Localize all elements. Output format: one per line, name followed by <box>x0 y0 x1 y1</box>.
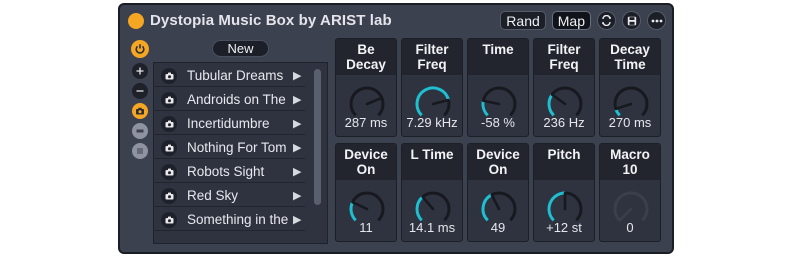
camera-icon[interactable] <box>132 103 148 119</box>
knob-label: Be Decay <box>336 39 396 75</box>
play-icon[interactable]: ▶ <box>293 189 301 202</box>
camera-icon[interactable] <box>161 91 177 108</box>
knob-cell[interactable]: Pitch +12 st <box>533 143 595 242</box>
knob-cell[interactable]: Decay Time 270 ms <box>599 38 661 137</box>
new-button[interactable]: New <box>212 40 269 57</box>
device-title: Dystopia Music Box by ARIST lab <box>150 12 392 29</box>
knob-cell[interactable]: Time -58 % <box>467 38 529 137</box>
knob-value: +12 st <box>546 220 582 235</box>
camera-icon[interactable] <box>161 115 177 132</box>
device-title-bar: Dystopia Music Box by ARIST lab Rand Map <box>120 5 672 36</box>
knob-cell[interactable]: Filter Freq 236 Hz <box>533 38 595 137</box>
preset-list-item[interactable]: Something in the ▶ <box>155 209 305 231</box>
preset-name: Incertidumbre <box>187 116 270 131</box>
preset-list-item[interactable]: Androids on The ▶ <box>155 89 305 111</box>
knob-value: 7.29 kHz <box>406 115 458 130</box>
knob-label: Device On <box>468 144 528 180</box>
play-icon[interactable]: ▶ <box>293 93 301 106</box>
knob-label: Filter Freq <box>534 39 594 75</box>
rand-button[interactable]: Rand <box>500 11 546 30</box>
knob-value: 287 ms <box>344 115 388 130</box>
knob-value: -58 % <box>481 115 515 130</box>
knob-cell[interactable]: Device On 11 <box>335 143 397 242</box>
knob-cell[interactable]: Device On 49 <box>467 143 529 242</box>
power-icon[interactable] <box>131 40 149 58</box>
camera-icon[interactable] <box>161 187 177 204</box>
camera-icon[interactable] <box>161 163 177 180</box>
play-icon[interactable]: ▶ <box>293 141 301 154</box>
list-scrollbar[interactable] <box>314 69 321 205</box>
preset-list: Tubular Dreams ▶ Androids on The ▶ Incertidu… <box>153 62 328 244</box>
camera-icon[interactable] <box>161 139 177 156</box>
knob-value: 236 Hz <box>543 115 585 130</box>
preset-list-item[interactable]: Incertidumbre ▶ <box>155 113 305 135</box>
play-icon[interactable]: ▶ <box>293 117 301 130</box>
preset-list-item[interactable]: Robots Sight ▶ <box>155 161 305 183</box>
preset-name: Tubular Dreams <box>187 68 284 83</box>
knob-label: Macro 10 <box>600 144 660 180</box>
stop-icon[interactable] <box>132 123 148 139</box>
preset-list-item[interactable]: Nothing For Tom ▶ <box>155 137 305 159</box>
play-icon[interactable]: ▶ <box>293 69 301 82</box>
knob-label: Filter Freq <box>402 39 462 75</box>
knob-cell[interactable]: Be Decay 287 ms <box>335 38 397 137</box>
knob-value: 49 <box>490 220 506 235</box>
minus-icon[interactable] <box>132 83 148 99</box>
preset-name: Something in the <box>187 212 289 227</box>
knob-value: 270 ms <box>608 115 652 130</box>
knob-label: Decay Time <box>600 39 660 75</box>
preset-name: Nothing For Tom <box>187 140 287 155</box>
knob-label: Pitch <box>534 144 594 180</box>
preset-name: Red Sky <box>187 188 239 203</box>
map-button[interactable]: Map <box>551 11 591 30</box>
camera-icon[interactable] <box>161 211 177 228</box>
knob-cell[interactable]: L Time 14.1 ms <box>401 143 463 242</box>
preset-name: Robots Sight <box>187 164 265 179</box>
knob-cell[interactable]: Macro 10 0 <box>599 143 661 242</box>
device-panel: Dystopia Music Box by ARIST lab Rand Map <box>118 3 674 254</box>
save-icon[interactable] <box>622 11 641 30</box>
knob-label: L Time <box>402 144 462 180</box>
play-icon[interactable]: ▶ <box>293 165 301 178</box>
play-icon[interactable]: ▶ <box>293 213 301 226</box>
list-icon[interactable] <box>132 143 148 159</box>
knob-value: 0 <box>626 220 634 235</box>
device-activator-button[interactable] <box>128 12 144 29</box>
knob-cell[interactable]: Filter Freq 7.29 kHz <box>401 38 463 137</box>
camera-icon[interactable] <box>161 67 177 84</box>
preset-name: Androids on The <box>187 92 286 107</box>
plus-icon[interactable] <box>132 63 148 79</box>
swap-icon[interactable] <box>597 11 616 30</box>
preset-list-item[interactable]: Red Sky ▶ <box>155 185 305 207</box>
more-options-icon[interactable] <box>647 11 666 30</box>
knob-value: 11 <box>359 220 373 235</box>
knob-value: 14.1 ms <box>408 220 456 235</box>
knob-label: Device On <box>336 144 396 180</box>
preset-list-item[interactable]: Tubular Dreams ▶ <box>155 65 305 87</box>
knob-label: Time <box>468 39 528 75</box>
